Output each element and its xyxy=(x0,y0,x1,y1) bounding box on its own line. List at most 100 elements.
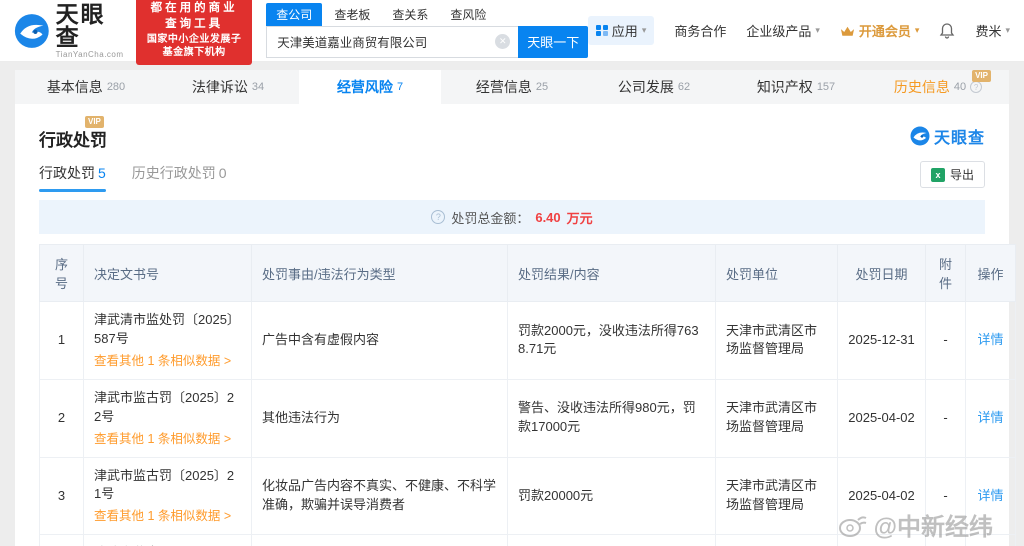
col-date: 处罚日期 xyxy=(838,245,926,302)
search-row: ✕ 天眼一下 xyxy=(266,26,588,58)
cell-unit: 天津市武清区市场监督管理局 xyxy=(716,302,838,380)
total-label: 处罚总金额： xyxy=(451,208,529,227)
tab-count: 40 xyxy=(954,81,966,93)
cell-date: 2025-04-02 xyxy=(838,379,926,457)
similar-data-link[interactable]: 查看其他 1 条相似数据 > xyxy=(94,507,241,525)
slogan-line2: 国家中小企业发展子基金旗下机构 xyxy=(144,33,244,60)
penalty-table: 序号 决定文书号 处罚事由/违法行为类型 处罚结果/内容 处罚单位 处罚日期 附… xyxy=(39,244,1016,546)
export-label: 导出 xyxy=(950,166,974,183)
table-row: 1 津武清市监处罚〔2025〕587号 查看其他 1 条相似数据 > 广告中含有… xyxy=(40,302,1016,380)
question-icon: ? xyxy=(431,210,445,224)
nav-open-vip[interactable]: 开通会员 ▾ xyxy=(840,21,920,40)
tab-company-development[interactable]: 公司发展 62 xyxy=(583,70,725,104)
penalty-total-banner: ? 处罚总金额： 6.40 万元 xyxy=(39,200,985,234)
crown-icon xyxy=(840,25,855,37)
tab-label: 经营风险 xyxy=(337,77,393,97)
nav-enterprise[interactable]: 企业级产品 ▾ xyxy=(746,21,820,40)
cell-date: 2024-07-26 xyxy=(838,535,926,546)
cell-doc: 津武市监古罚〔2025〕21号 查看其他 1 条相似数据 > xyxy=(84,457,252,535)
nav-user-name: 费米 xyxy=(975,21,1001,40)
cell-date: 2025-12-31 xyxy=(838,302,926,380)
cell-action: 详情 xyxy=(966,457,1016,535)
tianyancha-logo-icon xyxy=(14,12,50,50)
cell-result: 没收违法所得2773.9元，罚款20000元 xyxy=(508,535,716,546)
tab-label: 知识产权 xyxy=(757,77,813,97)
penalty-table-body: 1 津武清市监处罚〔2025〕587号 查看其他 1 条相似数据 > 广告中含有… xyxy=(40,302,1016,546)
cell-date: 2025-04-02 xyxy=(838,457,926,535)
col-attachment: 附件 xyxy=(926,245,966,302)
subtab-history-penalty[interactable]: 历史行政处罚0 xyxy=(132,163,227,192)
tianyancha-logo[interactable]: 天眼查 TianYanCha.com xyxy=(14,3,126,59)
caret-down-icon: ▾ xyxy=(815,25,820,36)
tab-label: 公司发展 xyxy=(618,77,674,97)
tab-basic-info[interactable]: 基本信息 280 xyxy=(15,70,157,104)
col-action: 操作 xyxy=(966,245,1016,302)
company-tabbar-wrap: 基本信息 280 法律诉讼 34 经营风险 7 经营信息 25 公司发展 62 … xyxy=(0,62,1024,104)
cell-no: 3 xyxy=(40,457,84,535)
top-header: 天眼查 TianYanCha.com 都在用的商业查询工具 国家中小企业发展子基… xyxy=(0,0,1024,62)
similar-data-link[interactable]: 查看其他 1 条相似数据 > xyxy=(94,430,241,448)
cell-reason: 化妆品广告内容不真实、不健康、不科学准确，欺骗并误导消费者 xyxy=(252,457,508,535)
tab-count: 25 xyxy=(536,81,548,93)
cell-reason: 销售未备案的普通化妆品 xyxy=(252,535,508,546)
search-tab-boss[interactable]: 查老板 xyxy=(324,3,380,26)
subtab-count: 0 xyxy=(219,165,227,181)
cell-no: 1 xyxy=(40,302,84,380)
search-button[interactable]: 天眼一下 xyxy=(518,26,588,58)
tab-label: 经营信息 xyxy=(476,77,532,97)
detail-link[interactable]: 详情 xyxy=(977,410,1003,425)
subtab-count: 5 xyxy=(98,165,106,181)
nav-open-vip-label: 开通会员 xyxy=(859,21,911,40)
cell-unit: 天津市武清区市场监督管理局 xyxy=(716,379,838,457)
tab-legal-proceedings[interactable]: 法律诉讼 34 xyxy=(157,70,299,104)
section-title: 行政处罚 xyxy=(39,126,107,151)
cell-reason: 广告中含有虚假内容 xyxy=(252,302,508,380)
nav-cooperation[interactable]: 商务合作 xyxy=(674,21,726,40)
detail-link[interactable]: 详情 xyxy=(977,488,1003,503)
penalty-section: VIP 行政处罚 天眼查 行政处罚5 历史行政处罚0 导出 xyxy=(15,104,1009,546)
header-nav: 应用 ▾ 商务合作 企业级产品 ▾ 开通会员 ▾ 费米 ▾ xyxy=(588,16,1010,45)
cell-result: 罚款20000元 xyxy=(508,457,716,535)
col-unit: 处罚单位 xyxy=(716,245,838,302)
cell-result: 警告、没收违法所得980元，罚款17000元 xyxy=(508,379,716,457)
tab-label: 基本信息 xyxy=(47,77,103,97)
search-tab-relation[interactable]: 查关系 xyxy=(382,3,438,26)
cell-result: 罚款2000元，没收违法所得7638.71元 xyxy=(508,302,716,380)
nav-apps-label: 应用 xyxy=(612,21,638,40)
nav-apps[interactable]: 应用 ▾ xyxy=(588,16,654,45)
nav-user[interactable]: 费米 ▾ xyxy=(975,21,1010,40)
tab-history-info[interactable]: VIP 历史信息 40 ? xyxy=(867,70,1009,104)
similar-data-link[interactable]: 查看其他 1 条相似数据 > xyxy=(94,352,241,370)
caret-down-icon: ▾ xyxy=(1005,25,1010,36)
export-button[interactable]: 导出 xyxy=(920,161,985,188)
tab-count: 34 xyxy=(252,81,264,93)
doc-number: 津武市监古罚〔2025〕21号 xyxy=(94,468,234,502)
tab-intellectual-property[interactable]: 知识产权 157 xyxy=(725,70,867,104)
cell-reason: 其他违法行为 xyxy=(252,379,508,457)
tab-count: 157 xyxy=(817,81,835,93)
search-tab-company[interactable]: 查公司 xyxy=(266,3,322,26)
tab-label: 法律诉讼 xyxy=(192,77,248,97)
doc-number: 津武市监古罚〔2025〕22号 xyxy=(94,390,234,424)
bell-icon[interactable] xyxy=(939,23,955,39)
cell-action: 详情 xyxy=(966,302,1016,380)
section-head: VIP 行政处罚 天眼查 xyxy=(39,118,985,151)
cell-doc: 津武市监古罚〔2025〕22号 查看其他 1 条相似数据 > xyxy=(84,379,252,457)
detail-link[interactable]: 详情 xyxy=(977,332,1003,347)
subtab-label: 历史行政处罚 xyxy=(132,165,216,181)
total-amount: 6.40 xyxy=(535,210,560,225)
clear-icon[interactable]: ✕ xyxy=(495,34,510,49)
col-no: 序号 xyxy=(40,245,84,302)
col-doc: 决定文书号 xyxy=(84,245,252,302)
search-input[interactable] xyxy=(266,26,518,58)
search-tab-risk[interactable]: 查风险 xyxy=(440,3,496,26)
search-tabs: 查公司 查老板 查关系 查风险 xyxy=(266,4,588,26)
cell-attachment: - xyxy=(926,379,966,457)
cell-attachment: - xyxy=(926,457,966,535)
caret-down-icon: ▾ xyxy=(915,25,920,36)
tab-operating-info[interactable]: 经营信息 25 xyxy=(441,70,583,104)
section-title-wrap: VIP 行政处罚 xyxy=(39,118,107,151)
tab-operating-risk[interactable]: 经营风险 7 xyxy=(299,70,441,104)
cell-unit: 天津市武清区市场监督管理局 xyxy=(716,457,838,535)
subtab-current-penalty[interactable]: 行政处罚5 xyxy=(39,163,106,192)
